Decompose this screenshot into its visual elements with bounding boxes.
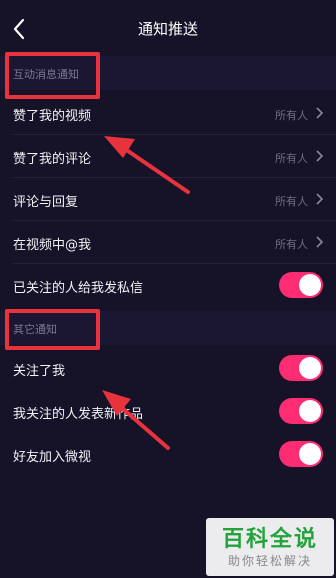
annotation-arrow [102,390,170,450]
watermark-logo: 百科全说 助你轻松解决 [206,518,334,576]
watermark-title: 百科全说 [221,527,318,552]
annotation-arrow [104,136,190,194]
watermark-subtitle: 助你轻松解决 [227,554,312,568]
annotation-arrows [102,136,190,450]
